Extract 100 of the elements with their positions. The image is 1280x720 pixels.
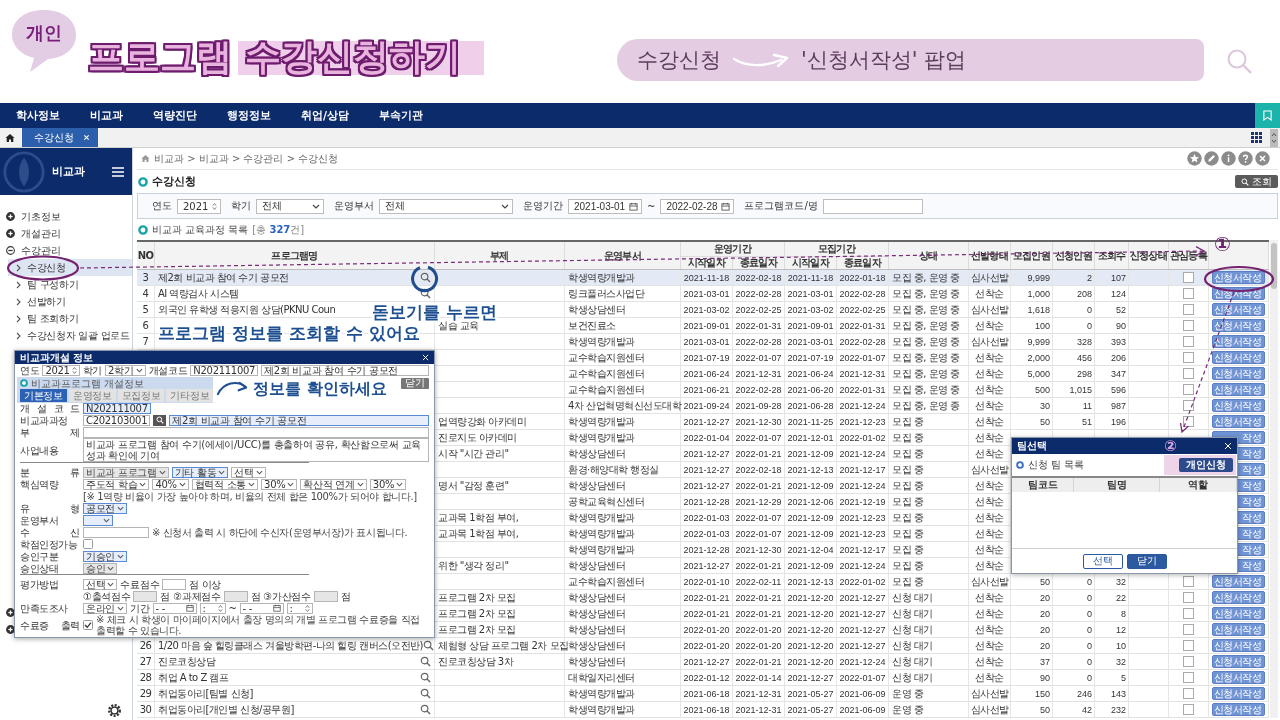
expand-icon[interactable]: [6, 608, 15, 617]
select-field[interactable]: [83, 514, 113, 526]
close-icon[interactable]: [1224, 442, 1232, 450]
number-field[interactable]: 2021: [177, 198, 221, 214]
text-field[interactable]: N202111007: [190, 365, 259, 376]
text-area[interactable]: 비교과 프로그램 참여 수기(에세이/UCC)를 총출하여 공유, 확산함으로써 교육성과 확인에 기여: [83, 438, 429, 462]
checkbox[interactable]: [1183, 576, 1194, 587]
star-icon[interactable]: [1187, 151, 1202, 166]
home-icon[interactable]: [5, 132, 15, 143]
menu-icon[interactable]: [112, 166, 124, 177]
select-field[interactable]: 30%: [261, 478, 298, 490]
select-field[interactable]: 40%: [152, 478, 189, 490]
page-tab[interactable]: 수강신청: [22, 128, 98, 147]
individual-apply-button[interactable]: 개인신청: [1179, 458, 1233, 472]
checkbox[interactable]: [1183, 656, 1194, 667]
sidebar-menu-item[interactable]: 수강관리: [21, 244, 61, 257]
checkbox[interactable]: [1183, 624, 1194, 635]
text-field[interactable]: [822, 198, 923, 214]
text-field[interactable]: [83, 526, 149, 538]
checkbox[interactable]: [1183, 640, 1194, 651]
info-icon[interactable]: [1221, 151, 1236, 166]
expand-icon[interactable]: [6, 625, 15, 634]
checkbox[interactable]: [1183, 320, 1194, 331]
checkbox[interactable]: [1183, 336, 1194, 347]
search-button[interactable]: 조회: [1235, 175, 1278, 188]
nav-menu-item[interactable]: 행정정보: [227, 108, 271, 123]
nav-menu-item[interactable]: 부속기관: [379, 108, 424, 123]
checkbox[interactable]: [1183, 592, 1194, 603]
select-field[interactable]: 선택: [83, 578, 118, 590]
select-field[interactable]: 전체: [256, 198, 324, 214]
search-icon[interactable]: [420, 688, 431, 699]
text-field[interactable]: N202111007: [83, 402, 151, 414]
expand-icon[interactable]: [6, 212, 15, 221]
close-icon[interactable]: [83, 134, 90, 141]
search-icon[interactable]: [420, 656, 431, 667]
checkbox[interactable]: [1183, 416, 1194, 427]
select-field[interactable]: 공모전: [83, 502, 128, 514]
grid-icon[interactable]: [1251, 132, 1262, 143]
select-field[interactable]: 협력적 소통: [191, 478, 259, 490]
nav-menu-item[interactable]: 비교과: [90, 108, 123, 123]
nav-menu-item[interactable]: 역량진단: [153, 108, 197, 123]
checkbox[interactable]: [1183, 400, 1194, 411]
dialog-button[interactable]: 선택: [1082, 553, 1123, 569]
scroll-arrows-icon[interactable]: [1270, 128, 1278, 147]
help-icon[interactable]: [1238, 151, 1253, 166]
select-field[interactable]: 기승인: [83, 550, 128, 562]
sidebar-menu-item[interactable]: 기초정보: [21, 210, 61, 223]
search-icon[interactable]: [420, 272, 431, 283]
dialog-button[interactable]: 닫기: [1126, 553, 1167, 569]
sidebar-submenu-item[interactable]: 선발하기: [8, 293, 132, 310]
close-button[interactable]: 닫기: [401, 377, 429, 389]
checkbox[interactable]: [1183, 368, 1194, 379]
select-field[interactable]: 주도적 학습: [83, 478, 150, 490]
search-icon[interactable]: [422, 640, 434, 651]
tab[interactable]: 기타정보: [166, 389, 214, 402]
checkbox[interactable]: [1183, 288, 1194, 299]
scrollbar[interactable]: [1270, 240, 1278, 718]
time-field[interactable]: :: [286, 602, 313, 614]
checkbox[interactable]: [1183, 688, 1194, 699]
select-field[interactable]: 30%: [369, 478, 407, 490]
nav-menu-item[interactable]: 학사정보: [16, 108, 60, 123]
sidebar-submenu-item[interactable]: 수강신청: [8, 259, 132, 276]
sidebar-submenu-item[interactable]: 수강신청자 일괄 업로드: [8, 327, 132, 344]
close-icon[interactable]: [422, 354, 429, 361]
search-button[interactable]: [153, 414, 167, 426]
sidebar-menu-item[interactable]: 개설관리: [21, 227, 61, 240]
date-field[interactable]: 2021-03-01: [568, 198, 642, 214]
settings-icon[interactable]: [107, 703, 122, 718]
table-row[interactable]: 28 취업 A to Z 캠프 대학일자리센터 2022-01-12 2022-01-14 2021-12-27 2022-01-07 신청 대기 선착순 90 0 5 신청서작성: [137, 670, 1269, 686]
search-icon[interactable]: [420, 672, 431, 683]
text-field[interactable]: C202103001: [83, 414, 151, 426]
checkbox[interactable]: [1183, 272, 1194, 283]
table-row[interactable]: 3 제2회 비교과 참여 수기 공모전 학생역량개발과 2021-11-18 2022-02-18 2021-11-18 2022-01-18 모집 중, 운영 중 심사선발 9,999 2 107 신청서작성: [137, 270, 1269, 286]
checkbox[interactable]: [1183, 608, 1194, 619]
checkbox[interactable]: [1183, 672, 1194, 683]
date-field[interactable]: - -: [152, 602, 197, 614]
select-field[interactable]: 2학기: [105, 365, 146, 376]
select-field[interactable]: 선택: [231, 466, 266, 478]
select-field[interactable]: 온라인: [83, 602, 128, 614]
checkbox[interactable]: [1183, 304, 1194, 315]
tab[interactable]: 기본정보: [20, 389, 67, 402]
table-row[interactable]: 29 취업동아리[팀별 신청] 학생역량개발과 2021-06-18 2021-12-31 2021-05-27 2021-06-09 운영 중 심사선발 150 246 143 신청서작성: [137, 686, 1269, 702]
select-field[interactable]: 확산적 연계: [300, 478, 367, 490]
sidebar-submenu-item[interactable]: 팀 조회하기: [8, 310, 132, 327]
checkbox[interactable]: [1183, 352, 1194, 363]
date-field[interactable]: - -: [239, 602, 284, 614]
nav-menu-item[interactable]: 취업/상담: [301, 108, 350, 123]
time-field[interactable]: :: [199, 602, 226, 614]
table-row[interactable]: 4 AI 역량검사 시스템 링크플러스사업단 2021-03-01 2022-02-28 2021-03-01 2022-02-28 모집 중, 운영 중 선착순 1,000 208 124 신청서작성: [137, 286, 1269, 302]
edit-icon[interactable]: [1204, 151, 1219, 166]
text-field[interactable]: 제2회 비교과 참여 수기 공모전: [169, 414, 429, 426]
sidebar-submenu-item[interactable]: 팀 구성하기: [8, 276, 132, 293]
search-icon[interactable]: [420, 704, 431, 715]
checkbox[interactable]: [83, 539, 93, 549]
table-row[interactable]: 30 취업동아리[개인별 신청/공무원] 학생역량개발과 2021-06-18 2021-12-31 2021-05-27 2021-06-09 운영 중 심사선발 50 42 232 신청서작성: [137, 702, 1269, 718]
text-field[interactable]: 제2회 비교과 참여 수기 공모전: [261, 365, 429, 376]
expand-icon[interactable]: [6, 229, 15, 238]
scrollbar-thumb[interactable]: [1271, 243, 1277, 289]
text-field[interactable]: [162, 578, 187, 590]
select-field[interactable]: 전체: [379, 198, 513, 214]
